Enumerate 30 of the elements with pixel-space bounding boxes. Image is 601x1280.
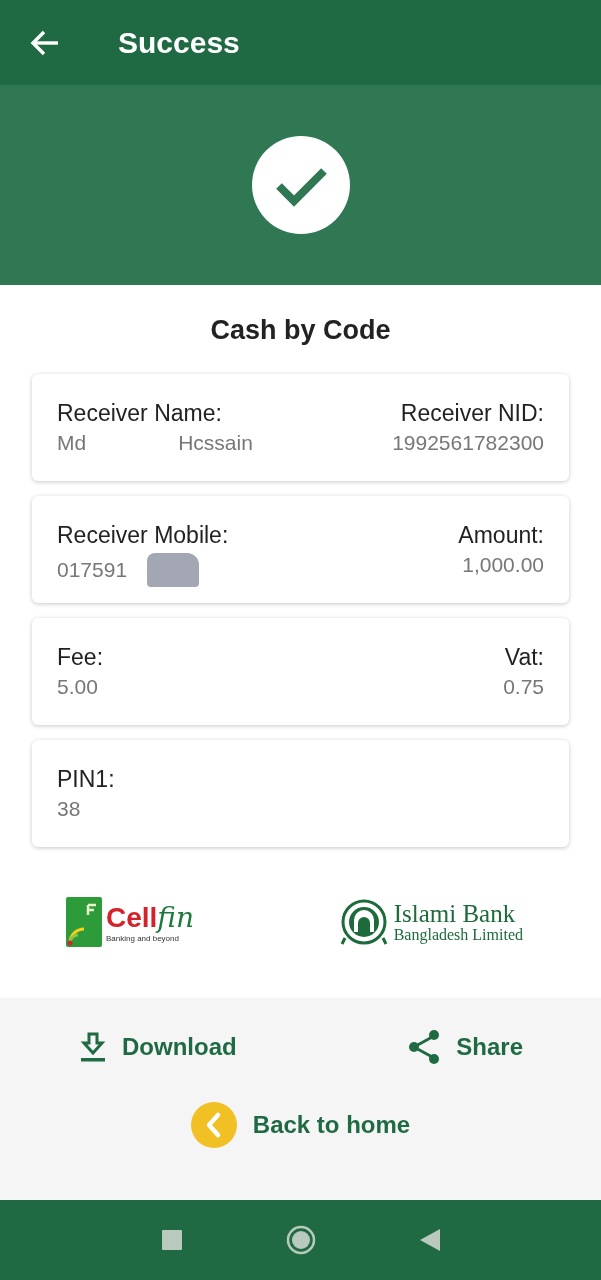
field-label: Receiver Name:: [57, 400, 222, 427]
field-label: Amount:: [458, 522, 544, 549]
back-arrow-icon[interactable]: [30, 29, 60, 56]
value-text: 1,000.00: [462, 553, 544, 577]
field-label: Fee:: [57, 644, 104, 671]
value-text: Md: [57, 431, 87, 455]
recents-icon[interactable]: [161, 1230, 182, 1250]
cellfin-logo: Cellfin Banking and beyond: [66, 897, 195, 947]
back-icon[interactable]: [419, 1229, 440, 1251]
chevron-left-icon: [190, 1102, 237, 1148]
transaction-title: Cash by Code: [210, 315, 391, 346]
share-icon: [408, 1030, 441, 1064]
back-home-button[interactable]: Back to home: [190, 1098, 411, 1152]
home-icon[interactable]: [285, 1225, 316, 1255]
screen-title: Success: [118, 25, 240, 60]
value-text: 5.00: [57, 675, 98, 699]
share-button[interactable]: Share: [408, 1026, 523, 1068]
field-label: PIN1:: [57, 766, 115, 793]
value-text: 017591: [57, 558, 128, 582]
download-button[interactable]: Download: [80, 1026, 237, 1068]
value-text: 0.75: [503, 675, 544, 699]
value-text: 38: [57, 797, 81, 821]
checkmark-icon: [251, 136, 350, 234]
field-label: Receiver Mobile:: [57, 522, 229, 549]
bank-logo: Islami Bank Bangladesh Limited: [339, 898, 523, 946]
field-label: Vat:: [504, 644, 544, 671]
value-text: Hcssain: [178, 431, 253, 455]
value-text: 1992561782300: [392, 431, 544, 455]
download-icon: [80, 1032, 106, 1062]
field-label: Receiver NID:: [400, 400, 544, 427]
